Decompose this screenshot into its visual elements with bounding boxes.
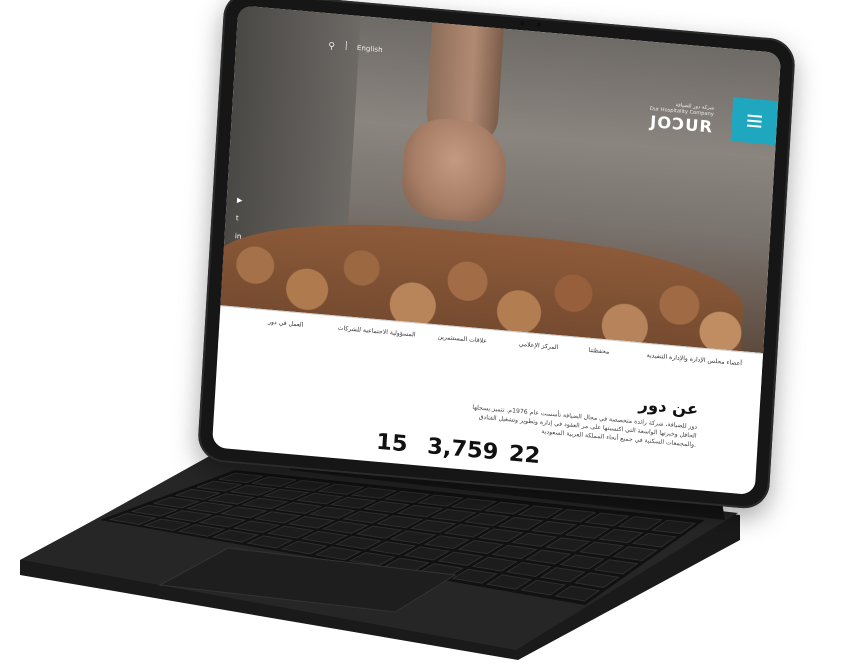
tab-portfolio[interactable]: محفظتنا xyxy=(588,347,609,356)
tab-careers[interactable]: العمل في دور xyxy=(268,319,304,329)
topbar-divider: | xyxy=(344,40,349,52)
stat-value: 3,759 xyxy=(426,434,500,466)
linkedin-icon[interactable]: in xyxy=(235,232,242,241)
tab-csr[interactable]: المسؤولية الاجتماعية للشركات xyxy=(337,325,415,339)
hero-image xyxy=(211,5,782,387)
brand-logo[interactable]: شركة دور للضيافة Dur Hospitality Company… xyxy=(648,100,715,136)
hamburger-menu-icon[interactable] xyxy=(730,97,779,146)
tab-investor-relations[interactable]: علاقات المستثمرين xyxy=(437,333,487,344)
tablet-device: ⚲ | English شركة دور للضيافة Dur Hospita… xyxy=(196,0,797,511)
website-screen: ⚲ | English شركة دور للضيافة Dur Hospita… xyxy=(211,5,782,496)
stat-value: 15 xyxy=(375,429,409,458)
search-icon[interactable]: ⚲ xyxy=(328,41,335,52)
tab-board[interactable]: أعضاء مجلس الإدارة والإدارة التنفيذية xyxy=(647,352,743,367)
tab-media-center[interactable]: المركز الإعلامي xyxy=(519,341,559,351)
youtube-icon[interactable]: ▶ xyxy=(237,196,244,205)
twitter-icon[interactable]: t xyxy=(236,214,243,223)
stat-value: 22 xyxy=(508,441,541,470)
about-title: عن دور xyxy=(638,394,699,419)
